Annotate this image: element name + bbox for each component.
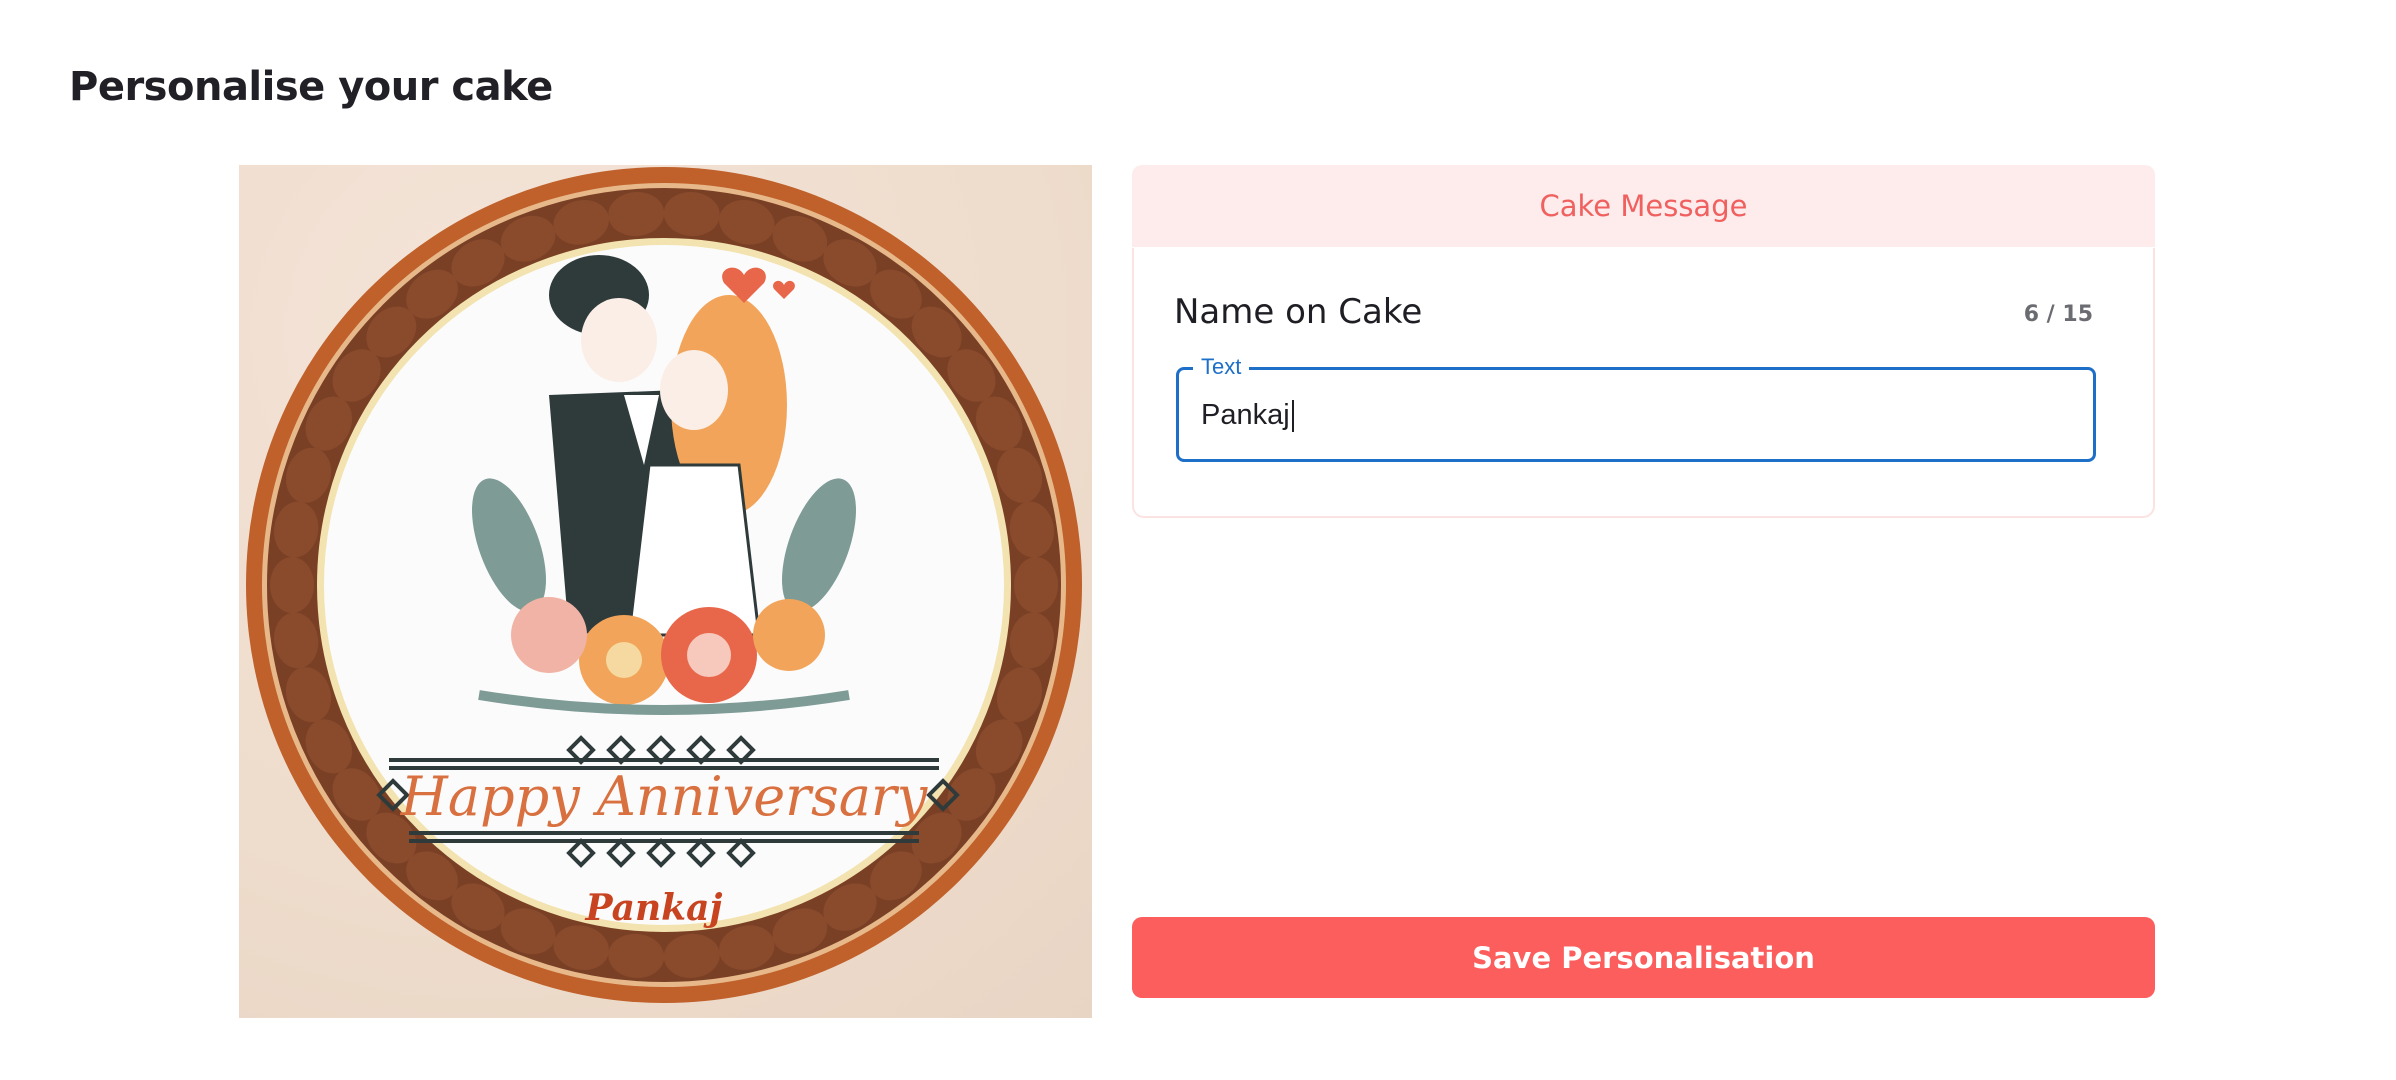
name-input-value: Pankaj — [1201, 399, 1290, 431]
cake-preview-image: Happy Anniversary Pankaj — [239, 165, 1092, 1018]
field-title: Name on Cake — [1174, 292, 1423, 332]
piping-blob — [1014, 557, 1058, 613]
tab-cake-message[interactable]: Cake Message — [1132, 165, 2155, 247]
page-title: Personalise your cake — [69, 64, 553, 110]
name-on-cake-card: Name on Cake 6 / 15 Text Pankaj — [1132, 248, 2155, 518]
char-counter: 6 / 15 — [2023, 302, 2093, 327]
cake-name-text: Pankaj — [585, 887, 723, 929]
text-caret — [1291, 400, 1294, 433]
piping-blob — [270, 557, 314, 613]
name-input[interactable]: Pankaj — [1201, 399, 1294, 433]
tab-cake-message-label: Cake Message — [1539, 189, 1748, 223]
name-text-field[interactable]: Text Pankaj — [1176, 354, 2096, 462]
save-personalisation-button[interactable]: Save Personalisation — [1132, 917, 2155, 998]
cake-banner-text: Happy Anniversary — [400, 765, 929, 828]
text-field-label: Text — [1193, 354, 1250, 380]
